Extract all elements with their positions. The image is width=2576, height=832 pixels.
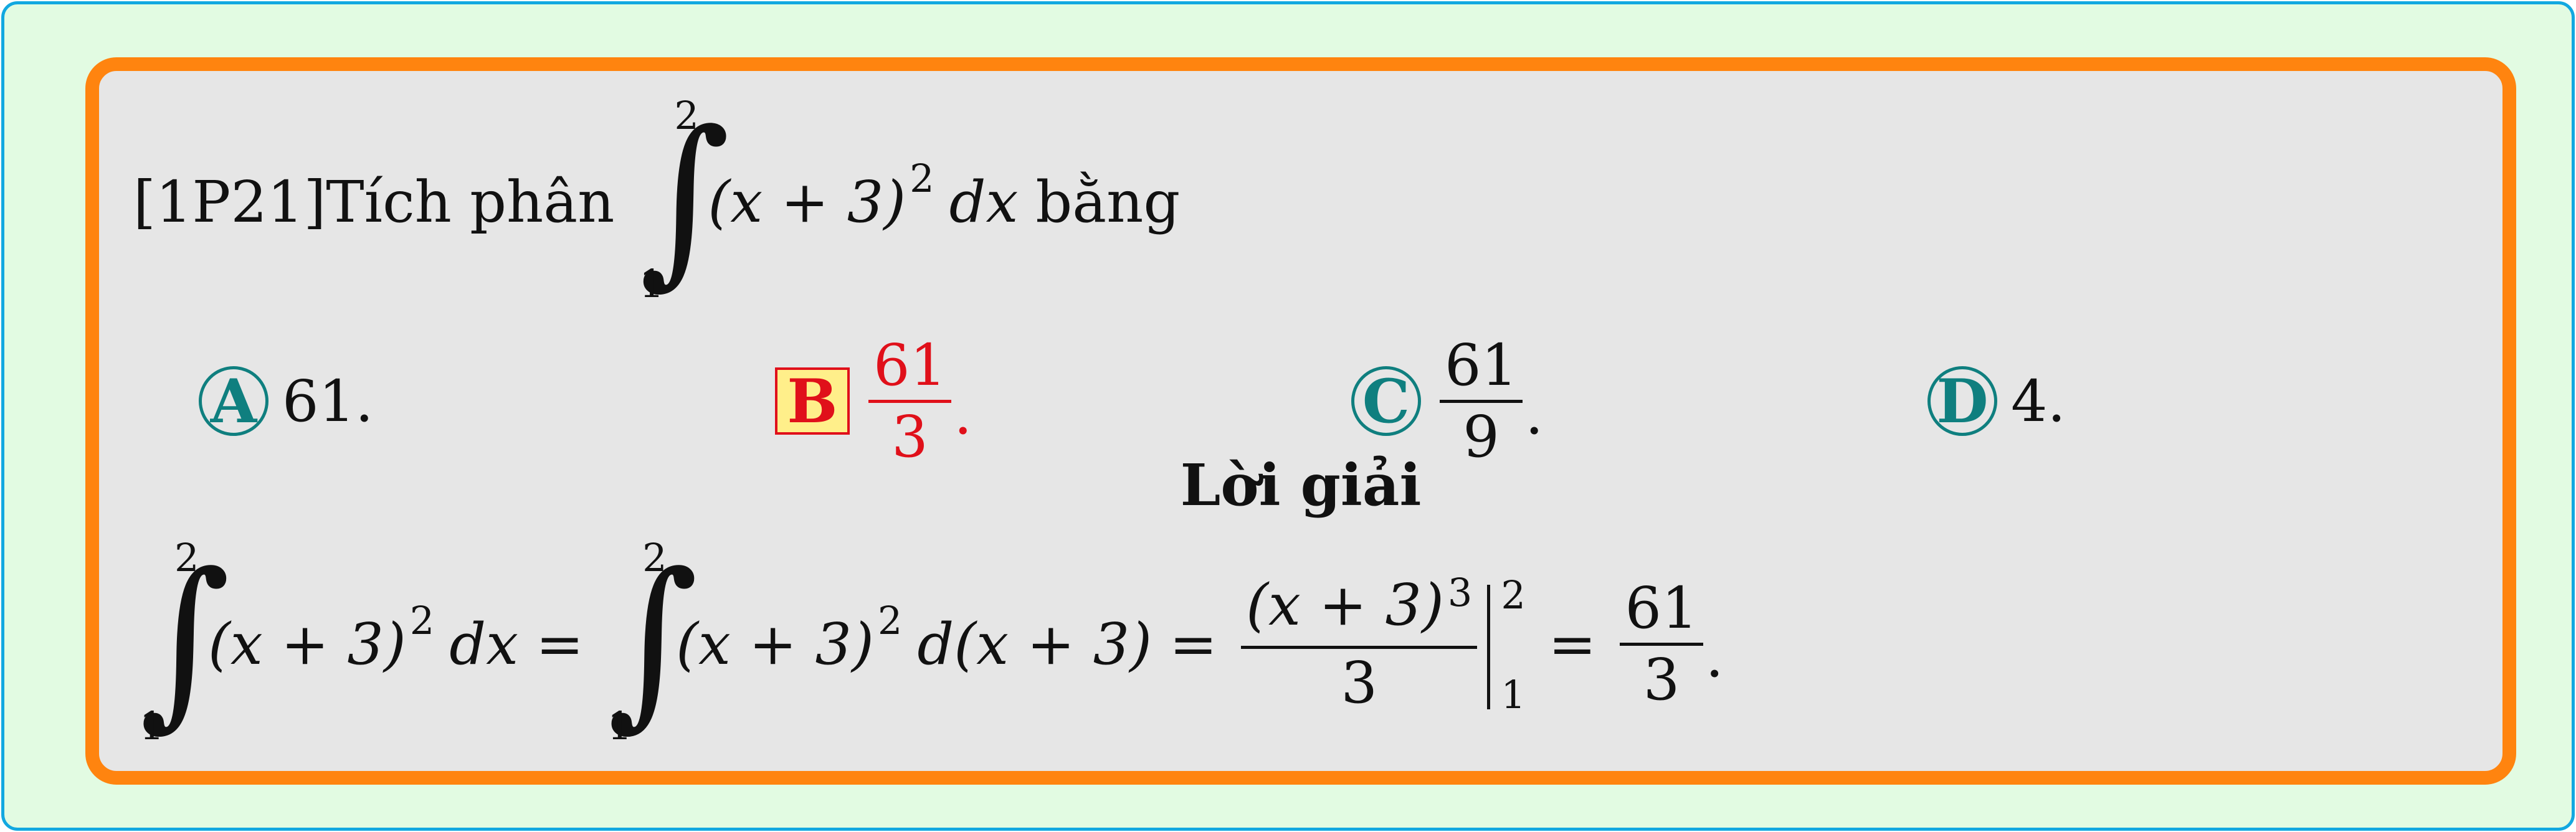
option-b-marker: B <box>775 366 850 437</box>
question-text-before: Tích phân <box>326 168 615 235</box>
integral-upper-limit: 2 <box>674 93 699 138</box>
evaluation-bar: 2 1 <box>1487 572 1531 717</box>
equals-sign: = <box>536 610 584 678</box>
solution-equation: ∫ 2 1 (x + 3) 2 dx = ∫ 2 1 (x + 3) 2 d(x… <box>133 519 1724 768</box>
antiderivative-denominator: 3 <box>1341 649 1377 716</box>
option-d-marker: D <box>1927 366 1997 437</box>
antiderivative-numerator: (x + 3)3 <box>1246 569 1473 638</box>
result-fraction: 61 3 <box>1620 574 1703 714</box>
integral-lower-limit: 1 <box>607 703 632 749</box>
antiderivative-fraction: (x + 3)3 3 <box>1241 569 1478 717</box>
outer-frame: [1P21] Tích phân ∫ 2 1 (x + 3) 2 dx bằng… <box>1 1 2575 831</box>
result-numerator: 61 <box>1625 574 1698 641</box>
option-c-suffix: . <box>1525 380 1544 447</box>
question-code: [1P21] <box>133 168 326 235</box>
option-d-value: 4. <box>2011 367 2066 435</box>
question-integrand: (x + 3) <box>708 168 906 235</box>
question-card: [1P21] Tích phân ∫ 2 1 (x + 3) 2 dx bằng… <box>85 57 2516 785</box>
solution-integral-1: ∫ 2 1 <box>133 535 231 749</box>
option-a-value: 61. <box>282 367 374 435</box>
question-integral: ∫ 2 1 <box>633 93 730 306</box>
solution-title-row: Lời giải <box>99 445 2502 526</box>
question-differential: dx <box>949 168 1019 235</box>
option-b-suffix: . <box>954 380 972 447</box>
result-suffix: . <box>1705 623 1724 690</box>
integral-sign-icon: ∫ <box>607 534 698 748</box>
solution-title: Lời giải <box>1180 451 1422 519</box>
option-c-numerator: 61 <box>1445 331 1518 399</box>
question-text-after: bằng <box>1035 168 1181 235</box>
solution-exponent-2: 2 <box>877 597 903 643</box>
evaluation-lower: 1 <box>1501 672 1526 717</box>
solution-differential-2: d(x + 3) <box>917 610 1153 678</box>
question-line: [1P21] Tích phân ∫ 2 1 (x + 3) 2 dx bằng <box>133 71 1180 333</box>
solution-integrand-2: (x + 3) <box>676 610 874 678</box>
integral-upper-limit: 2 <box>642 535 667 580</box>
solution-integral-2: ∫ 2 1 <box>601 535 698 749</box>
equals-sign: = <box>1169 610 1218 678</box>
integral-lower-limit: 1 <box>140 703 164 749</box>
solution-exponent-1: 2 <box>409 597 435 643</box>
equals-sign: = <box>1548 610 1597 678</box>
option-c-marker: C <box>1351 366 1421 437</box>
option-b-numerator: 61 <box>873 331 947 399</box>
integral-upper-limit: 2 <box>174 535 199 580</box>
result-denominator: 3 <box>1643 646 1680 713</box>
solution-differential-1: dx <box>449 610 519 678</box>
integral-sign-icon: ∫ <box>140 534 231 748</box>
question-exponent: 2 <box>910 155 934 201</box>
integral-sign-icon: ∫ <box>639 92 731 306</box>
option-a-marker: A <box>199 366 269 437</box>
solution-integrand-1: (x + 3) <box>208 610 406 678</box>
antiderivative-exponent: 3 <box>1447 569 1473 615</box>
integral-lower-limit: 1 <box>639 261 664 306</box>
evaluation-upper: 2 <box>1501 572 1526 618</box>
